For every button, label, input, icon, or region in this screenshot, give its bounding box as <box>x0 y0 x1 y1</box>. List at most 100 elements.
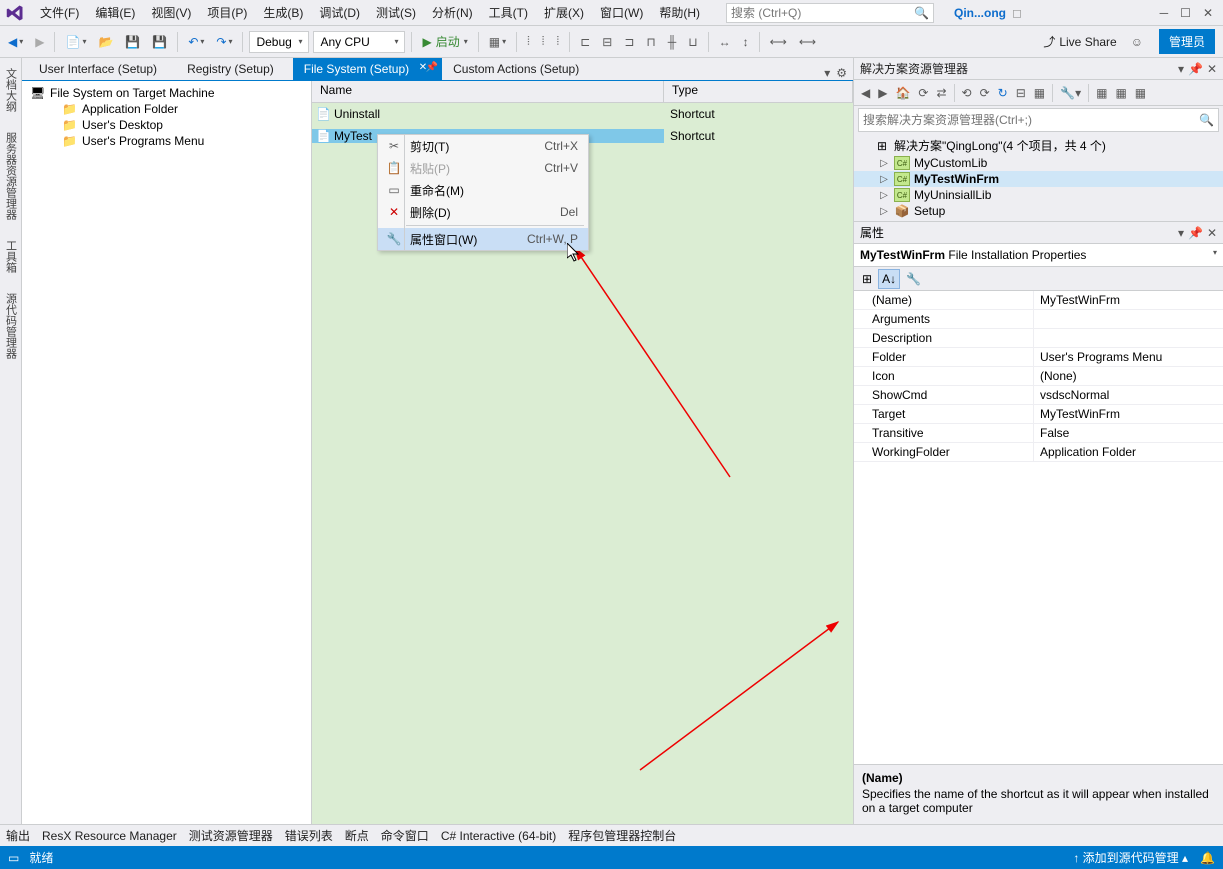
nav-fwd-button[interactable]: ▶ <box>31 33 48 51</box>
panel-pin-icon[interactable]: 📌 <box>1188 62 1203 76</box>
menu-analyze[interactable]: 分析(N) <box>424 2 481 23</box>
sol-sync2-button[interactable]: ⟳ <box>977 84 993 102</box>
menu-debug[interactable]: 调试(D) <box>311 2 368 23</box>
sol-sync-button[interactable]: ⟳ <box>915 84 931 102</box>
menu-project[interactable]: 项目(P) <box>199 2 255 23</box>
solution-search-field[interactable] <box>863 113 1199 127</box>
prop-row-workingfolder[interactable]: WorkingFolderApplication Folder <box>854 443 1223 462</box>
user-account[interactable]: Qin...ong <box>948 6 1012 20</box>
menu-tools[interactable]: 工具(T) <box>481 2 536 23</box>
tab-custom-actions[interactable]: Custom Actions (Setup) <box>442 58 598 80</box>
chevron-right-icon[interactable]: ▷ <box>878 174 890 185</box>
menu-extensions[interactable]: 扩展(X) <box>536 2 592 23</box>
fs-col-name[interactable]: Name <box>312 81 664 102</box>
menu-file[interactable]: 文件(F) <box>32 2 87 23</box>
cm-delete[interactable]: ✕ 删除(D) Del <box>378 201 588 223</box>
prop-row-description[interactable]: Description <box>854 329 1223 348</box>
bottom-tab-resx[interactable]: ResX Resource Manager <box>42 829 177 843</box>
save-button[interactable]: 💾 <box>121 33 144 51</box>
align-center-button[interactable]: ⊟ <box>598 33 616 51</box>
tree-project-mytestwinfrm[interactable]: ▷ C# MyTestWinFrm <box>854 171 1223 187</box>
config-dropdown[interactable]: Debug▾ <box>249 31 309 53</box>
prop-row-arguments[interactable]: Arguments <box>854 310 1223 329</box>
tb-btn-4[interactable]: ⦙ <box>553 32 564 51</box>
cm-rename[interactable]: ▭ 重命名(M) <box>378 179 588 201</box>
align-middle-button[interactable]: ╫ <box>664 33 681 51</box>
align-bottom-button[interactable]: ⊔ <box>684 33 701 51</box>
menu-edit[interactable]: 编辑(E) <box>87 2 143 23</box>
strip-tab-doc-outline[interactable]: 文档大纲 <box>1 62 21 118</box>
props-wrench-button[interactable]: 🔧 <box>902 269 925 289</box>
sol-pending-button[interactable]: ⟲ <box>959 84 975 102</box>
bottom-tab-breakpoints[interactable]: 断点 <box>345 827 369 844</box>
spacing-v-button[interactable]: ↕ <box>739 33 753 51</box>
spacing-h-button[interactable]: ↔ <box>715 33 735 51</box>
sol-props-button[interactable]: 🔧▾ <box>1057 84 1084 102</box>
size-w-button[interactable]: ⟷ <box>766 33 791 51</box>
panel-pin-icon[interactable]: 📌 <box>1188 226 1203 240</box>
bottom-tab-test[interactable]: 测试资源管理器 <box>189 827 273 844</box>
props-categorized-button[interactable]: ⊞ <box>858 269 876 289</box>
tab-close-icon[interactable]: ✕ <box>419 62 427 73</box>
nav-back-button[interactable]: ◀▾ <box>4 33 27 51</box>
prop-row-transitive[interactable]: TransitiveFalse <box>854 424 1223 443</box>
user-avatar-icon[interactable]: ◻ <box>1012 6 1022 20</box>
menu-build[interactable]: 生成(B) <box>255 2 311 23</box>
solution-search-input[interactable]: 🔍 <box>858 108 1219 132</box>
tab-pin-icon[interactable]: 📌 <box>426 62 438 73</box>
prop-row-target[interactable]: TargetMyTestWinFrm <box>854 405 1223 424</box>
tab-user-interface[interactable]: User Interface (Setup) <box>28 58 176 80</box>
quick-search-input[interactable]: 搜索 (Ctrl+Q) 🔍 <box>726 3 934 23</box>
fs-folder-app[interactable]: 📁 Application Folder <box>24 101 309 117</box>
size-h-button[interactable]: ⟷ <box>795 33 820 51</box>
sol-home-button[interactable]: 🏠 <box>892 84 913 102</box>
sol-refresh-button[interactable]: ↻ <box>995 84 1011 102</box>
tb-btn-3[interactable]: ⦙ <box>538 32 549 51</box>
tb-btn-1[interactable]: ▦▾ <box>485 33 510 51</box>
menu-help[interactable]: 帮助(H) <box>651 2 708 23</box>
status-source-control[interactable]: ↑ 添加到源代码管理 ▴ <box>1073 849 1188 866</box>
save-all-button[interactable]: 💾 <box>148 33 171 51</box>
strip-tab-server-explorer[interactable]: 服务器资源管理器 <box>1 126 21 226</box>
fs-row-uninstall[interactable]: 📄Uninstall Shortcut <box>312 103 853 125</box>
chevron-right-icon[interactable]: ▷ <box>878 158 890 169</box>
tree-project-mycustomlib[interactable]: ▷ C# MyCustomLib <box>854 155 1223 171</box>
menu-window[interactable]: 窗口(W) <box>592 2 651 23</box>
panel-dropdown-icon[interactable]: ▾ <box>1178 226 1184 240</box>
sol-view-button[interactable]: ▦ <box>1112 84 1129 102</box>
align-top-button[interactable]: ⊓ <box>642 33 659 51</box>
fs-folder-desktop[interactable]: 📁 User's Desktop <box>24 117 309 133</box>
platform-dropdown[interactable]: Any CPU▾ <box>313 31 405 53</box>
fs-folder-programs[interactable]: 📁 User's Programs Menu <box>24 133 309 149</box>
tab-overflow-icon[interactable]: ▾ <box>824 66 830 80</box>
prop-row-showcmd[interactable]: ShowCmdvsdscNormal <box>854 386 1223 405</box>
feedback-button[interactable]: ☺ <box>1127 33 1147 51</box>
sol-showall-button[interactable]: ▦ <box>1031 84 1048 102</box>
sol-fwd-button[interactable]: ▶ <box>875 84 890 102</box>
tree-project-setup[interactable]: ▷ 📦 Setup <box>854 203 1223 219</box>
sol-back-button[interactable]: ◀ <box>858 84 873 102</box>
properties-object-selector[interactable]: MyTestWinFrm File Installation Propertie… <box>854 244 1223 267</box>
minimize-button[interactable]: ─ <box>1160 6 1169 20</box>
panel-close-icon[interactable]: ✕ <box>1207 226 1217 240</box>
prop-row-name[interactable]: (Name)MyTestWinFrm <box>854 291 1223 310</box>
chevron-right-icon[interactable]: ▷ <box>878 190 890 201</box>
strip-tab-source[interactable]: 源代码管理器 <box>1 287 21 365</box>
sol-switch-button[interactable]: ⇄ <box>933 84 949 102</box>
undo-button[interactable]: ↶▾ <box>184 33 208 51</box>
tab-gear-icon[interactable]: ⚙ <box>836 66 847 80</box>
fs-root[interactable]: 🖥 File System on Target Machine <box>24 85 309 101</box>
prop-row-icon[interactable]: Icon(None) <box>854 367 1223 386</box>
menu-test[interactable]: 测试(S) <box>368 2 424 23</box>
liveshare-button[interactable]: ⤴ Live Share <box>1037 33 1122 50</box>
chevron-right-icon[interactable]: ▷ <box>878 206 890 217</box>
maximize-button[interactable]: ☐ <box>1180 6 1191 20</box>
tab-file-system[interactable]: File System (Setup) 📌 ✕ <box>293 58 442 80</box>
tree-solution-root[interactable]: ⊞ 解决方案"QingLong"(4 个项目，共 4 个) <box>854 136 1223 155</box>
menu-view[interactable]: 视图(V) <box>143 2 199 23</box>
bottom-tab-output[interactable]: 输出 <box>6 827 30 844</box>
tb-btn-2[interactable]: ⦙ <box>523 32 534 51</box>
new-project-button[interactable]: 📄▾ <box>61 33 90 51</box>
align-left-button[interactable]: ⊏ <box>576 33 594 51</box>
prop-row-folder[interactable]: FolderUser's Programs Menu <box>854 348 1223 367</box>
